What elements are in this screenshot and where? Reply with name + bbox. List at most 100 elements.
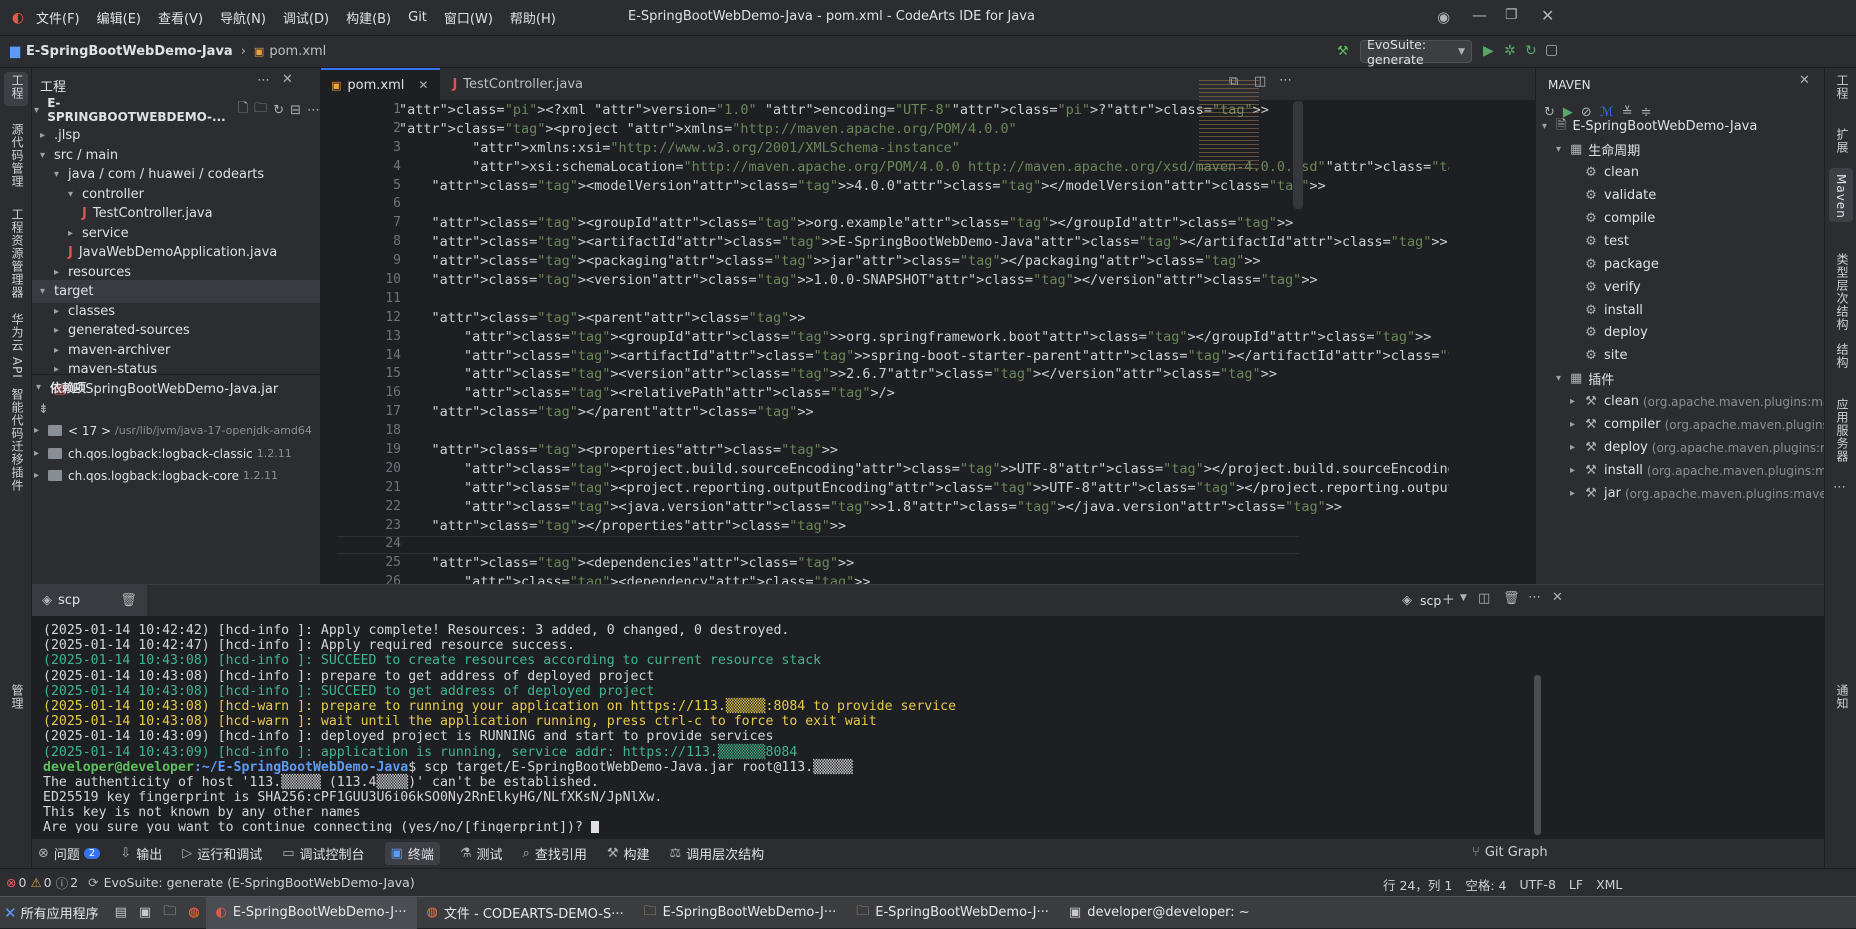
taskbar-item-folder-1[interactable]: 🗀 E-SpringBootWebDemo-J··· <box>634 897 847 929</box>
right-tool-project-label[interactable]: 工程 <box>1834 74 1851 100</box>
tool-debug-console[interactable]: ▭ 调试控制台 <box>282 844 364 863</box>
more-icon[interactable]: ⋯ <box>1528 590 1541 605</box>
run-icon[interactable]: ▶ <box>1483 43 1494 59</box>
taskbar-item-terminal[interactable]: ▣ developer@developer: ~ <box>1059 897 1260 929</box>
right-tool-notify-label[interactable]: 通知 <box>1834 684 1851 710</box>
code-line[interactable]: "attr">class="tag"><project "attr">xmlns… <box>399 120 1449 139</box>
stop-icon[interactable]: ▢ <box>1545 42 1558 58</box>
new-folder-icon[interactable]: 🗀 <box>254 99 267 121</box>
code-line[interactable]: "attr">class="tag"><relativePath"attr">c… <box>399 384 1449 403</box>
code-line[interactable]: "attr">class="tag"><dependency"attr">cla… <box>399 573 1449 584</box>
tool-output[interactable]: ⇩ 输出 <box>120 844 162 863</box>
code-line[interactable]: "attr">class="tag"></properties"attr">cl… <box>399 517 1449 536</box>
tool-terminal[interactable]: ▣ 终端 <box>384 842 440 865</box>
close-panel-icon[interactable]: ✕ <box>1552 590 1563 605</box>
tool-problems[interactable]: ⊗ 问题 2 <box>38 844 101 863</box>
close-panel-icon[interactable]: ✕ <box>282 72 293 87</box>
split-terminal-icon[interactable]: ◫ <box>1478 591 1490 606</box>
problems-summary[interactable]: ⊗ 0 ⚠ 0 ⓘ 2 <box>6 873 88 892</box>
plugin-jar[interactable]: ▸ ⚒ jar (org.apache.maven.plugins:maven-j <box>1570 480 1842 507</box>
dependency-item[interactable]: ▸ < 17 >/usr/lib/jvm/java-17-openjdk-amd6… <box>34 419 312 442</box>
more-icon[interactable]: ⋯ <box>257 73 270 88</box>
run-config-select[interactable]: EvoSuite: generate ▼ <box>1360 37 1472 67</box>
indentation[interactable]: 空格: 4 <box>1465 875 1506 894</box>
collapse-icon[interactable]: ⇟ <box>38 402 49 417</box>
code-line[interactable] <box>399 422 1449 441</box>
taskbar-item-folder-2[interactable]: 🗀 E-SpringBootWebDemo-J··· <box>846 897 1059 929</box>
code-line[interactable]: "attr">class="tag"><modelVersion"attr">c… <box>399 177 1449 196</box>
folder-launcher-icon[interactable]: 🗀 <box>163 902 176 924</box>
code-line[interactable]: "attr">class="tag"><java.version"attr">c… <box>399 498 1449 517</box>
tool-call-hierarchy[interactable]: ⚖ 调用层次结构 <box>670 844 765 863</box>
git-graph-button[interactable]: ⑂ Git Graph <box>1472 845 1548 860</box>
more-icon[interactable]: ⋯ <box>307 103 320 118</box>
trash-icon[interactable]: 🗑 <box>120 593 137 608</box>
more-icon[interactable]: ⋯ <box>1279 73 1292 88</box>
terminal-scrollbar[interactable] <box>1534 675 1541 835</box>
right-tool-hierarchy-label[interactable]: 类型层次结构 <box>1834 253 1851 331</box>
code-line[interactable] <box>399 195 1449 214</box>
menu-window[interactable]: 窗口(W) <box>444 8 493 27</box>
project-root-row[interactable]: ▾ E-SPRINGBOOTWEBDEMO-... 🗋 🗀 ↻ ⊟ ⋯ <box>32 96 320 124</box>
dependency-item[interactable]: ▸ ch.qos.logback:logback-core 1.2.11 <box>34 464 278 487</box>
menu-navigate[interactable]: 导航(N) <box>220 8 266 27</box>
new-file-icon[interactable]: 🗋 <box>238 99 248 121</box>
dependencies-title[interactable]: ▾ 依赖项 <box>36 378 86 396</box>
code-line[interactable]: "attr">xsi:schemaLocation="http://maven.… <box>399 158 1449 177</box>
menu-build[interactable]: 构建(B) <box>346 8 391 27</box>
code-line[interactable]: "attr">class="tag"><artifactId"attr">cla… <box>399 347 1449 366</box>
terminal-session-label[interactable]: scp <box>1420 593 1441 608</box>
close-panel-icon[interactable]: ✕ <box>1799 73 1810 88</box>
code-line[interactable]: "attr">class="tag"><groupId"attr">class=… <box>399 214 1449 233</box>
refresh-icon[interactable]: ↻ <box>1525 43 1537 59</box>
firefox-icon[interactable]: ◍ <box>188 905 199 920</box>
terminal-launcher-icon[interactable]: ▣ <box>139 905 151 920</box>
collapse-all-icon[interactable]: ⊟ <box>290 103 301 118</box>
taskbar-item-browser[interactable]: ◍ 文件 - CODEARTS-DEMO-S··· <box>417 897 634 929</box>
trash-icon[interactable]: 🗑 <box>1503 591 1520 606</box>
left-tool-scm-label[interactable]: 源代码管理 <box>9 123 26 188</box>
code-line[interactable]: "attr">class="tag"><parent"attr">class="… <box>399 309 1449 328</box>
tool-build[interactable]: ⚒ 构建 <box>607 844 650 863</box>
code-line[interactable]: "attr">class="tag"><properties"attr">cla… <box>399 441 1449 460</box>
menu-debug[interactable]: 调试(D) <box>283 8 329 27</box>
code-line[interactable]: "attr">class="tag"><version"attr">class=… <box>399 365 1449 384</box>
code-line[interactable]: "attr">xmlns:xsi="http://www.w3.org/2001… <box>399 139 1449 158</box>
file-encoding[interactable]: UTF-8 <box>1519 877 1555 892</box>
right-tool-extensions-label[interactable]: 扩展 <box>1834 128 1851 154</box>
restore-icon[interactable]: ❐ <box>1505 7 1518 23</box>
code-line[interactable]: "attr">class="tag"></parent"attr">class=… <box>399 403 1449 422</box>
menu-git[interactable]: Git <box>408 10 427 25</box>
breadcrumb-project[interactable]: E-SpringBootWebDemo-Java <box>26 44 233 59</box>
menu-help[interactable]: 帮助(H) <box>510 8 556 27</box>
close-tab-icon[interactable]: ✕ <box>418 78 428 92</box>
right-tool-server-label[interactable]: 应用服务器 <box>1834 398 1851 463</box>
code-line[interactable]: "attr">class="tag"><groupId"attr">class=… <box>399 328 1449 347</box>
minimize-icon[interactable]: — <box>1472 6 1487 24</box>
code-line[interactable]: "attr">class="tag"><dependencies"attr">c… <box>399 554 1449 573</box>
dependency-item[interactable]: ▸ ch.qos.logback:logback-classic 1.2.11 <box>34 442 292 465</box>
tool-run-debug[interactable]: ▷ 运行和调试 <box>182 844 262 863</box>
tab-pom-xml[interactable]: ▣ pom.xml ✕ <box>321 67 441 101</box>
menu-edit[interactable]: 编辑(E) <box>97 8 141 27</box>
tool-test[interactable]: ⚗ 测试 <box>460 844 503 863</box>
code-line[interactable]: "attr">class="tag"><version"attr">class=… <box>399 271 1449 290</box>
code-editor[interactable]: "attr">class="pi"><?xml "attr">version="… <box>399 101 1449 584</box>
more-icon[interactable]: ⋯ <box>1833 480 1846 495</box>
cursor-position[interactable]: 行 24，列 1 <box>1383 875 1452 894</box>
add-terminal-icon[interactable]: + <box>1442 590 1455 608</box>
hammer-icon[interactable]: ⚒ <box>1337 44 1349 59</box>
terminal-tab-scp[interactable]: ◈ scp 🗑 <box>32 585 147 616</box>
file-manager-icon[interactable]: ▤ <box>115 905 127 920</box>
status-task[interactable]: EvoSuite: generate (E-SpringBootWebDemo-… <box>104 875 415 890</box>
line-ending[interactable]: LF <box>1569 877 1583 892</box>
account-icon[interactable]: ◉ <box>1437 8 1450 26</box>
start-menu-button[interactable]: ✕ 所有应用程序 <box>0 897 109 929</box>
debug-icon[interactable]: ✲ <box>1504 43 1516 59</box>
code-line[interactable]: "attr">class="tag"><project.build.source… <box>399 460 1449 479</box>
left-tool-explorer-label[interactable]: 工程资源管理器 <box>9 208 26 299</box>
menu-view[interactable]: 查看(V) <box>158 8 203 27</box>
left-tool-api-label[interactable]: 华为云 API <box>9 313 26 379</box>
code-line[interactable]: "attr">class="pi"><?xml "attr">version="… <box>399 101 1449 120</box>
code-line[interactable]: "attr">class="tag"><packaging"attr">clas… <box>399 252 1449 271</box>
